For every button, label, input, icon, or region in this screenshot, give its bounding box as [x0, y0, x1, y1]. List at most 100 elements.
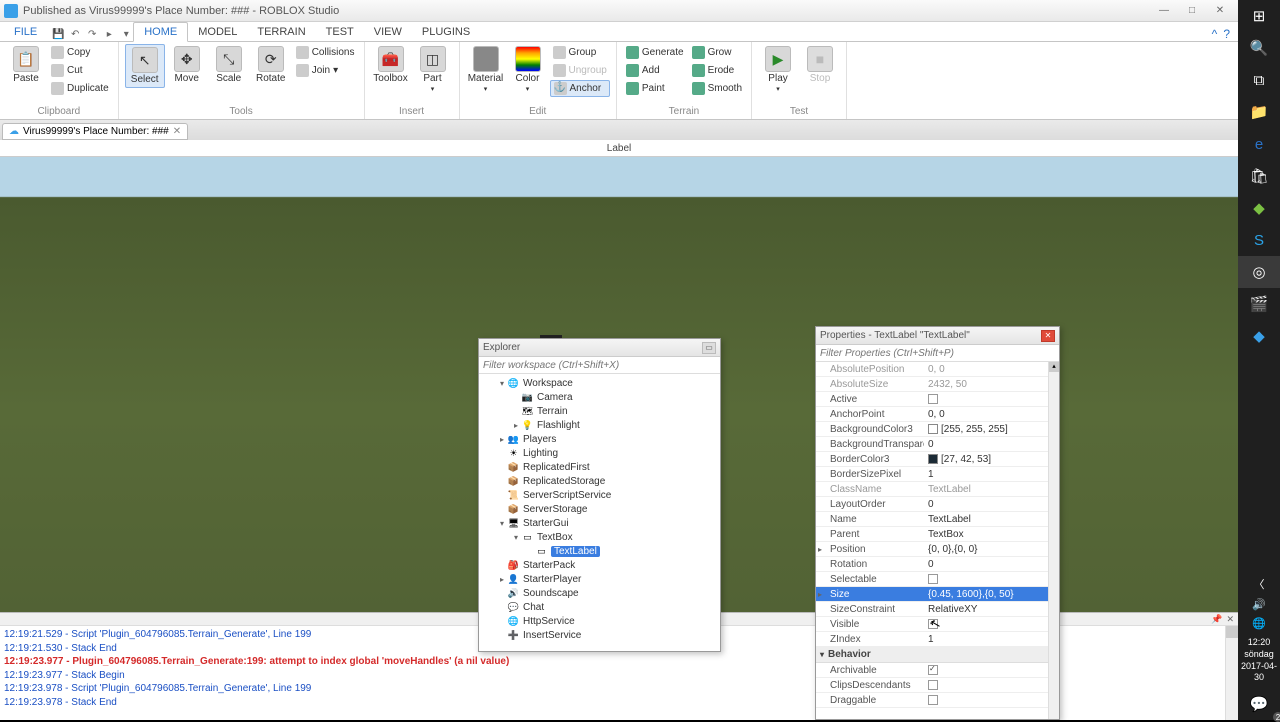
close-button[interactable]: ✕: [1206, 3, 1234, 19]
tree-item-lighting[interactable]: ☀Lighting: [479, 446, 720, 460]
prop-name[interactable]: NameTextLabel: [816, 512, 1059, 527]
prop-rotation[interactable]: Rotation0: [816, 557, 1059, 572]
ungroup-button[interactable]: Ungroup: [550, 62, 610, 79]
play-button[interactable]: ▶Play▾: [758, 44, 798, 95]
prop-sizeconstraint[interactable]: SizeConstraintRelativeXY: [816, 602, 1059, 617]
ribbon-collapse-icon[interactable]: ^: [1212, 27, 1218, 41]
grow-button[interactable]: Grow: [689, 44, 745, 61]
tab-plugins[interactable]: PLUGINS: [412, 23, 480, 41]
prop-backgroundcolor3[interactable]: BackgroundColor3[255, 255, 255]: [816, 422, 1059, 437]
taskbar-clock[interactable]: 12:20 söndag 2017-04-30: [1238, 633, 1280, 688]
expander-icon[interactable]: ▾: [497, 519, 507, 528]
checkbox[interactable]: [928, 394, 938, 404]
prop-bordersizepixel[interactable]: BorderSizePixel1: [816, 467, 1059, 482]
expander-icon[interactable]: ▾: [497, 379, 507, 388]
prop-category-behavior[interactable]: ▾Behavior: [816, 647, 1059, 663]
collisions-button[interactable]: Collisions: [293, 44, 358, 61]
prop-selectable[interactable]: Selectable: [816, 572, 1059, 587]
cut-button[interactable]: Cut: [48, 62, 112, 79]
prop-absolutesize[interactable]: AbsoluteSize2432, 50: [816, 377, 1059, 392]
explorer-header[interactable]: Explorer ▭: [479, 339, 720, 357]
tree-item-workspace[interactable]: ▾🌐Workspace: [479, 376, 720, 390]
explorer-close[interactable]: ▭: [702, 342, 716, 354]
prop-classname[interactable]: ClassNameTextLabel: [816, 482, 1059, 497]
qbtn-save[interactable]: 💾: [51, 27, 65, 41]
tree-item-camera[interactable]: 📷Camera: [479, 390, 720, 404]
prop-anchorpoint[interactable]: AnchorPoint0, 0: [816, 407, 1059, 422]
explorer-icon[interactable]: 📁: [1238, 96, 1280, 128]
copy-button[interactable]: Copy: [48, 44, 112, 61]
file-menu[interactable]: FILE: [4, 23, 47, 41]
group-button[interactable]: Group: [550, 44, 610, 61]
tree-item-soundscape[interactable]: 🔊Soundscape: [479, 586, 720, 600]
tray-sound-icon[interactable]: 🔊: [1252, 598, 1266, 611]
tab-home[interactable]: HOME: [133, 22, 188, 42]
checkbox[interactable]: [928, 619, 938, 629]
prop-clipsdescendants[interactable]: ClipsDescendants: [816, 678, 1059, 693]
tray-expand-icon[interactable]: 〈: [1253, 576, 1264, 592]
prop-draggable[interactable]: Draggable: [816, 693, 1059, 708]
prop-size[interactable]: ▸Size{0.45, 1600},{0, 50}: [816, 587, 1059, 602]
checkbox[interactable]: [928, 574, 938, 584]
system-tray[interactable]: 〈 🔊 🌐: [1252, 573, 1266, 633]
tray-network-icon[interactable]: 🌐: [1252, 617, 1266, 630]
qbtn-undo[interactable]: ↶: [68, 27, 82, 41]
material-button[interactable]: Material▾: [466, 44, 506, 97]
maximize-button[interactable]: □: [1178, 3, 1206, 19]
output-scrollbar[interactable]: [1225, 626, 1238, 720]
tree-item-serverscriptservice[interactable]: 📜ServerScriptService: [479, 488, 720, 502]
prop-zindex[interactable]: ZIndex1: [816, 632, 1059, 647]
properties-close[interactable]: ✕: [1041, 330, 1055, 342]
generate-button[interactable]: Generate: [623, 44, 687, 61]
prop-bordercolor3[interactable]: BorderColor3[27, 42, 53]: [816, 452, 1059, 467]
expander-icon[interactable]: ▸: [818, 590, 822, 599]
select-button[interactable]: ↖Select: [125, 44, 165, 88]
qbtn-redo[interactable]: ↷: [85, 27, 99, 41]
prop-visible[interactable]: Visible: [816, 617, 1059, 632]
doc-tab-close[interactable]: ✕: [173, 126, 181, 137]
join-button[interactable]: Join ▾: [293, 62, 358, 79]
add-button[interactable]: Add: [623, 62, 687, 79]
tree-item-insertservice[interactable]: ➕InsertService: [479, 628, 720, 642]
output-pin-icon[interactable]: 📌: [1211, 614, 1222, 625]
ribbon-help-icon[interactable]: ?: [1223, 27, 1230, 41]
rotate-button[interactable]: ⟳Rotate: [251, 44, 291, 88]
tab-model[interactable]: MODEL: [188, 23, 247, 41]
move-button[interactable]: ✥Move: [167, 44, 207, 88]
tab-terrain[interactable]: TERRAIN: [247, 23, 315, 41]
roblox-icon[interactable]: ◆: [1238, 192, 1280, 224]
duplicate-button[interactable]: Duplicate: [48, 80, 112, 97]
taskview-icon[interactable]: ⧉: [1238, 64, 1280, 96]
paste-button[interactable]: 📋Paste: [6, 44, 46, 97]
tree-item-httpservice[interactable]: 🌐HttpService: [479, 614, 720, 628]
prop-backgroundtransparency[interactable]: BackgroundTransparency0: [816, 437, 1059, 452]
tree-item-textlabel[interactable]: ▭TextLabel: [479, 544, 720, 558]
output-close-icon[interactable]: ✕: [1226, 614, 1234, 625]
qbtn-play[interactable]: ▸: [102, 27, 116, 41]
stop-button[interactable]: ■Stop: [800, 44, 840, 95]
search-icon[interactable]: 🔍: [1238, 32, 1280, 64]
expander-icon[interactable]: ▾: [511, 533, 521, 542]
prop-archivable[interactable]: Archivable: [816, 663, 1059, 678]
prop-absoluteposition[interactable]: AbsolutePosition0, 0: [816, 362, 1059, 377]
paint-button[interactable]: Paint: [623, 80, 687, 97]
properties-filter-input[interactable]: [816, 345, 1059, 361]
tree-item-starterplayer[interactable]: ▸👤StarterPlayer: [479, 572, 720, 586]
checkbox[interactable]: [928, 680, 938, 690]
tree-item-starterpack[interactable]: 🎒StarterPack: [479, 558, 720, 572]
doc-tab[interactable]: ☁ Virus99999's Place Number: ### ✕: [2, 123, 188, 140]
tab-view[interactable]: VIEW: [364, 23, 412, 41]
anchor-button[interactable]: ⚓Anchor: [550, 80, 610, 97]
tree-item-replicatedfirst[interactable]: 📦ReplicatedFirst: [479, 460, 720, 474]
prop-layoutorder[interactable]: LayoutOrder0: [816, 497, 1059, 512]
toolbox-button[interactable]: 🧰Toolbox: [371, 44, 411, 95]
skype-icon[interactable]: S: [1238, 224, 1280, 256]
qbtn-more[interactable]: ▾: [119, 27, 133, 41]
part-button[interactable]: ◫Part▾: [413, 44, 453, 95]
tree-item-serverstorage[interactable]: 📦ServerStorage: [479, 502, 720, 516]
tree-item-replicatedstorage[interactable]: 📦ReplicatedStorage: [479, 474, 720, 488]
tree-item-players[interactable]: ▸👥Players: [479, 432, 720, 446]
properties-scrollbar[interactable]: ▴: [1048, 362, 1059, 719]
tree-item-textbox[interactable]: ▾▭TextBox: [479, 530, 720, 544]
prop-active[interactable]: Active: [816, 392, 1059, 407]
